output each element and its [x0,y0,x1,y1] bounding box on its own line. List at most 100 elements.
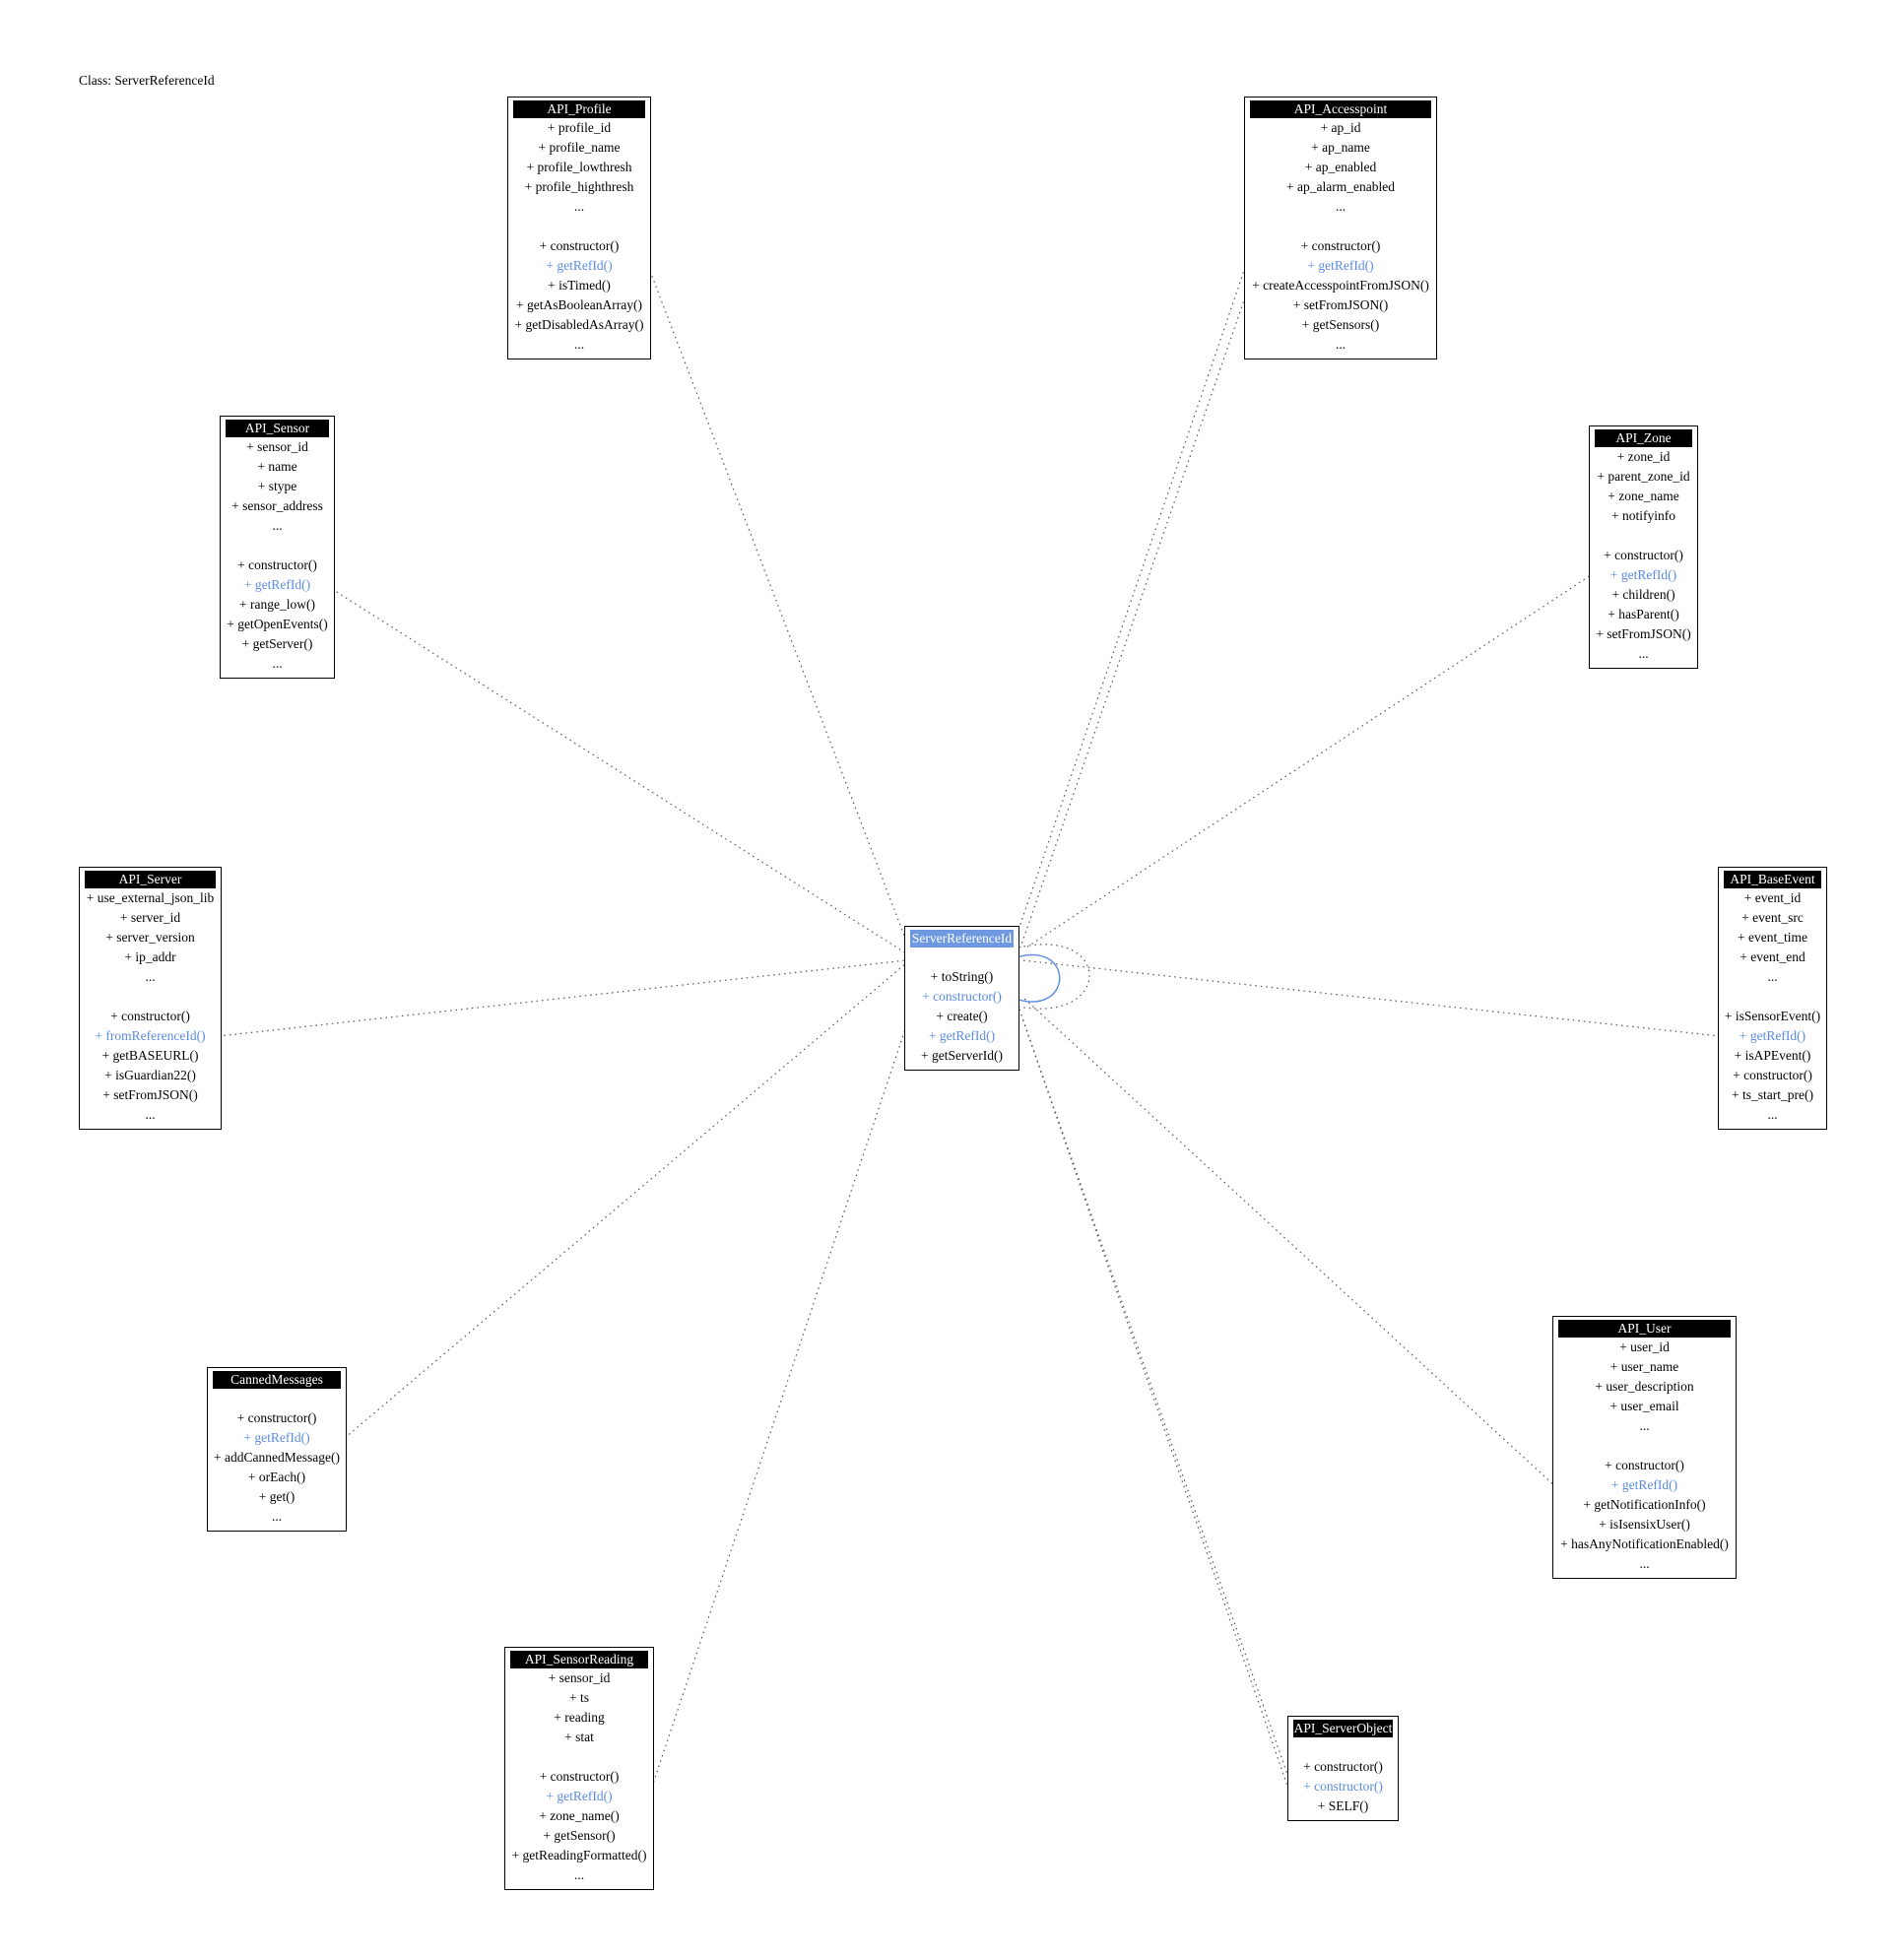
field: + user_name [1609,1359,1679,1374]
method: + setFromJSON() [102,1087,198,1102]
method: + getSensor() [543,1828,616,1843]
field: + profile_id [547,120,612,135]
method: ... [573,1867,585,1882]
section-divider [210,1389,344,1408]
method: + constructor() [1300,238,1381,253]
field: + name [257,459,297,474]
method: + createAccesspointFromJSON() [1252,278,1429,293]
field: + zone_name [1608,489,1679,503]
link-accesspoint-a [1016,261,1248,937]
section-divider [907,947,1017,967]
class-box-api-sensorreading[interactable]: API_SensorReading + sensor_id + ts + rea… [504,1647,654,1890]
method: + getRefId() [1307,258,1374,273]
field: + event_id [1743,890,1802,905]
method: + isGuardian22() [104,1068,196,1082]
field: + profile_name [538,140,621,155]
method: + getRefId() [1609,567,1677,582]
class-box-api-sensor[interactable]: API_Sensor + sensor_id + name + stype + … [220,416,335,679]
section-divider [223,536,332,555]
field: ... [272,518,283,533]
method: + getAsBooleanArray() [516,297,642,312]
method: + isAPEvent() [1734,1048,1811,1063]
method: + isSensorEvent() [1724,1009,1821,1023]
class-box-canned-messages[interactable]: CannedMessages + constructor() + getRefI… [207,1367,347,1532]
method: + getReadingFormatted() [511,1848,647,1862]
class-box-api-serverobject[interactable]: API_ServerObject + constructor() + const… [1287,1716,1399,1821]
class-name: CannedMessages [213,1371,341,1389]
link-serverobject-b [1021,1017,1291,1796]
method: + getServer() [241,636,313,651]
method: ... [271,1509,283,1524]
method: + getNotificationInfo() [1583,1497,1706,1512]
method: + getRefId() [1739,1028,1806,1043]
method: ... [1767,1107,1778,1122]
class-name: API_Zone [1595,429,1692,447]
method: ... [573,337,585,352]
method: + zone_name() [539,1808,620,1823]
class-name: API_Server [85,871,216,888]
class-name: API_Profile [513,100,645,118]
section-divider [1592,526,1695,546]
section-divider [510,217,648,236]
link-accesspoint-b [1019,291,1248,948]
class-box-api-baseevent[interactable]: API_BaseEvent + event_id + event_src + e… [1718,867,1827,1130]
section-divider [1247,217,1434,236]
field: + server_version [105,930,195,945]
method: + isIsensixUser() [1599,1517,1690,1532]
link-zone [1025,572,1595,948]
field: + notifyinfo [1611,508,1675,523]
class-box-api-accesspoint[interactable]: API_Accesspoint + ap_id + ap_name + ap_e… [1244,97,1437,359]
method: + constructor() [1303,1759,1383,1774]
method: + constructor() [237,557,317,572]
method: + getBASEURL() [101,1048,199,1063]
field: ... [1767,969,1778,984]
class-box-api-profile[interactable]: API_Profile + profile_id + profile_name … [507,97,651,359]
section-divider [1290,1737,1396,1757]
field: ... [1639,1418,1650,1433]
class-name: API_ServerObject [1293,1720,1393,1737]
class-box-api-zone[interactable]: API_Zone + zone_id + parent_zone_id + zo… [1589,425,1698,669]
method: + constructor() [539,1769,620,1784]
field: + ip_addr [124,949,176,964]
method: + constructor() [1605,1458,1684,1472]
class-box-api-user[interactable]: API_User + user_id + user_name + user_de… [1552,1316,1737,1579]
method: + getDisabledAsArray() [514,317,644,332]
method: + getRefId() [1610,1477,1678,1492]
section-divider [507,1747,651,1767]
method: ... [272,656,283,671]
field: + user_id [1619,1339,1670,1354]
link-reading [649,1013,911,1794]
method: + getRefId() [243,577,311,592]
method: + create() [936,1009,988,1023]
class-name: API_Sensor [226,420,329,437]
method: + getSensors() [1301,317,1380,332]
field: + event_src [1741,910,1804,925]
field: + ap_name [1311,140,1370,155]
field: + zone_id [1616,449,1671,464]
field: + user_email [1609,1399,1679,1413]
method: + setFromJSON() [1596,626,1691,641]
class-box-api-server[interactable]: API_Server + use_external_json_lib + ser… [79,867,222,1130]
link-user [1021,996,1557,1488]
field: + profile_highthresh [524,179,634,194]
field: + sensor_id [246,439,308,454]
class-box-server-reference-id[interactable]: ServerReferenceId + toString() + constru… [904,926,1019,1071]
method: + constructor() [1303,1779,1383,1794]
link-profile [647,265,907,942]
field: + event_end [1740,949,1806,964]
method: + getRefId() [928,1028,996,1043]
method: + hasParent() [1608,607,1679,621]
method: ... [1335,337,1346,352]
link-self-dotted [1018,944,1090,1010]
field: + sensor_id [548,1670,611,1685]
field: + ap_id [1320,120,1361,135]
method: + constructor() [539,238,620,253]
field: + ap_enabled [1304,160,1377,174]
method: ... [1638,646,1649,661]
method: + orEach() [247,1470,306,1484]
method: + getRefId() [546,1789,613,1803]
method: ... [145,1107,156,1122]
method: + fromReferenceId() [95,1028,206,1043]
method: + getRefId() [243,1430,310,1445]
method: + getRefId() [546,258,613,273]
